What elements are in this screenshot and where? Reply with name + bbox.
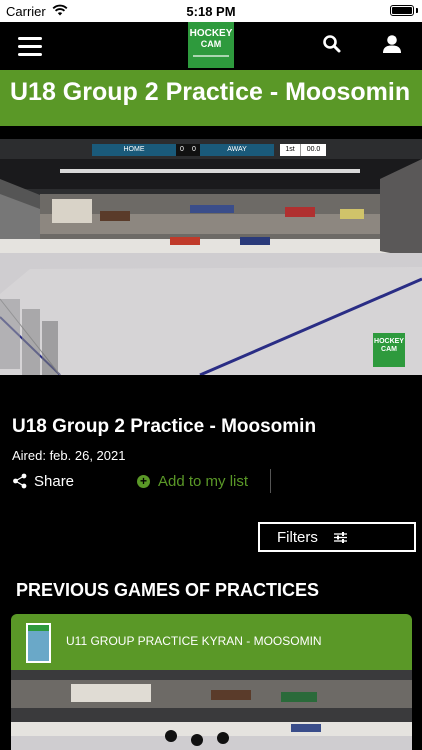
game-title: U18 Group 2 Practice - Moosomin bbox=[12, 416, 317, 437]
divider bbox=[270, 469, 271, 493]
filters-label: Filters bbox=[277, 528, 318, 546]
card-header: U11 GROUP PRACTICE KYRAN - MOOSOMIN bbox=[11, 614, 412, 670]
rink-image bbox=[0, 139, 422, 375]
previous-game-card[interactable]: U11 GROUP PRACTICE KYRAN - MOOSOMIN bbox=[11, 614, 412, 750]
score-home-label: HOME bbox=[92, 144, 176, 156]
clock: 5:18 PM bbox=[186, 4, 236, 19]
share-button[interactable]: Share bbox=[12, 472, 74, 490]
card-preview-image bbox=[11, 670, 412, 750]
score-clock: 00.0 bbox=[300, 144, 326, 156]
add-to-list-button[interactable]: + Add to my list bbox=[137, 472, 248, 490]
status-bar: Carrier 5:18 PM bbox=[0, 0, 422, 22]
logo-line2: CAM bbox=[200, 39, 222, 49]
share-icon bbox=[13, 473, 27, 489]
logo-line1: HOCKEY bbox=[189, 28, 233, 39]
aired-date: Aired: feb. 26, 2021 bbox=[12, 448, 126, 463]
add-to-list-label: Add to my list bbox=[158, 472, 249, 490]
battery-tip bbox=[416, 8, 418, 13]
video-player[interactable]: HOME 0 0 AWAY 1st 00.0 HOCKEY CAM bbox=[0, 139, 422, 375]
card-thumbnail bbox=[26, 623, 51, 663]
watermark-line1: HOCKEY bbox=[374, 338, 404, 345]
search-icon[interactable] bbox=[322, 34, 342, 54]
page-title: U18 Group 2 Practice - Moosomin bbox=[10, 78, 411, 106]
share-label: Share bbox=[34, 472, 75, 490]
sliders-icon bbox=[333, 531, 347, 543]
watermark-line2: CAM bbox=[381, 346, 397, 353]
plus-circle-icon: + bbox=[137, 474, 150, 488]
hockeycam-logo[interactable]: HOCKEY CAM bbox=[188, 22, 234, 68]
menu-icon[interactable] bbox=[18, 37, 42, 57]
top-nav: HOCKEY CAM bbox=[0, 22, 422, 70]
scoreboard: HOME 0 0 AWAY 1st 00.0 bbox=[92, 144, 326, 156]
score-home-value: 0 bbox=[176, 144, 188, 156]
score-away-value: 0 bbox=[188, 144, 200, 156]
score-period: 1st bbox=[280, 144, 300, 156]
score-away-label: AWAY bbox=[200, 144, 274, 156]
battery-icon bbox=[390, 5, 414, 16]
card-title: U11 GROUP PRACTICE KYRAN - MOOSOMIN bbox=[66, 634, 322, 648]
user-icon[interactable] bbox=[381, 33, 403, 55]
previous-games-heading: PREVIOUS GAMES OF PRACTICES bbox=[16, 580, 320, 600]
title-bar: U18 Group 2 Practice - Moosomin bbox=[0, 70, 422, 126]
video-watermark: HOCKEY CAM bbox=[373, 333, 405, 367]
filters-button[interactable]: Filters bbox=[258, 522, 416, 552]
